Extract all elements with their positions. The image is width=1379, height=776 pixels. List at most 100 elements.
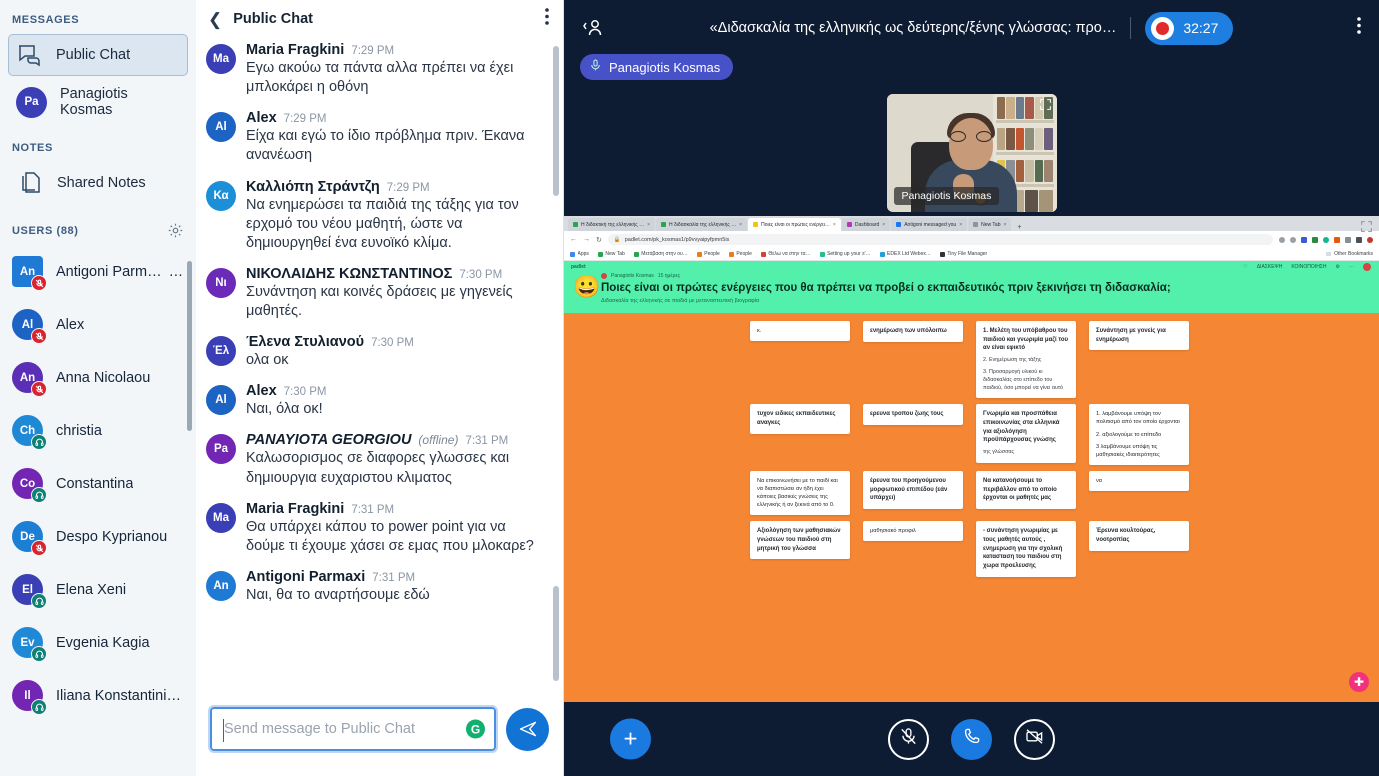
avatar: An (12, 256, 47, 291)
user-list-item[interactable]: De Despo Kyprianou (0, 510, 196, 563)
browser-tab[interactable]: New Tab × (968, 218, 1012, 231)
bookmarks-bar[interactable]: Apps New Tab Μετάβαση στην ου… People People… (564, 248, 1379, 261)
user-list-item[interactable]: Ch christia (0, 404, 196, 457)
favicon (753, 222, 759, 227)
chat-message-input[interactable] (224, 721, 456, 737)
kebab-menu-icon[interactable] (1357, 17, 1361, 39)
ellipsis-icon[interactable]: ⋯ (1349, 264, 1354, 270)
avatar[interactable] (1363, 263, 1371, 271)
bookmark-item[interactable]: People (728, 251, 752, 257)
avatar: Νι (206, 267, 236, 298)
mute-toggle-button[interactable] (888, 718, 929, 760)
browser-tab[interactable]: Dashboard × (841, 218, 891, 231)
bookmark-item[interactable]: New Tab (597, 251, 625, 257)
padlet-note[interactable]: ενημέρωση των υπόλοιπω (863, 321, 963, 342)
padlet-note[interactable]: Συνάντηση με γονείς για ενημέρωση (1089, 321, 1189, 351)
browser-tab[interactable]: Η διδακτική της ελληνικής … × (568, 218, 656, 231)
new-tab-button[interactable]: + (1012, 224, 1026, 231)
sidebar-item-private-chat[interactable]: Pa Panagiotis Kosmas (8, 78, 188, 126)
leave-audio-button[interactable] (951, 718, 992, 760)
close-icon[interactable]: × (882, 222, 885, 228)
recording-indicator[interactable]: 32:27 (1145, 11, 1234, 45)
grammarly-icon[interactable]: G (466, 719, 485, 739)
browser-extensions[interactable] (1279, 236, 1373, 243)
user-list-item[interactable]: An Antigoni Parm… (You) (0, 245, 196, 298)
padlet-note[interactable]: μαθησιακό προφιλ (863, 521, 963, 542)
close-icon[interactable]: × (1004, 222, 1007, 228)
webcam-tile[interactable]: Panagiotis Kosmas (886, 94, 1057, 212)
padlet-note[interactable]: ερευνα τροπου ζωης τους (863, 404, 963, 426)
user-list-item[interactable]: Ev Evgenia Kagia (0, 616, 196, 669)
bookmark-item[interactable]: Apps (570, 251, 589, 257)
browser-tab[interactable]: Antigoni messaged you × (891, 218, 968, 231)
padlet-board[interactable]: padlet ♡ ΔΙΑΣΚΕΨΗ ΚΟΙΝΟΠΟΙΗΣΗ ⚙ ⋯ 😀 Pana… (564, 261, 1379, 702)
chat-scrollbar[interactable] (553, 46, 559, 686)
user-list-item[interactable]: Co Constantina (0, 457, 196, 510)
heart-icon[interactable]: ♡ (1243, 264, 1247, 270)
padlet-note[interactable]: 1. λαμβάνουμε υπόψη τον πολιτισμό από το… (1089, 404, 1189, 465)
gear-icon[interactable] (167, 222, 184, 239)
chat-input-wrapper[interactable]: G (208, 705, 498, 753)
padlet-note[interactable]: να (1089, 470, 1189, 492)
sidebar-item-label: Panagiotis Kosmas (60, 86, 128, 118)
expand-arrows-icon[interactable] (1039, 98, 1052, 116)
browser-tab[interactable]: Η διδασκαλία της ελληνικής … × (656, 218, 748, 231)
screenshare-area[interactable]: Η διδακτική της ελληνικής … × Η διδασκαλία… (564, 216, 1379, 702)
reload-icon[interactable]: ↻ (596, 236, 602, 244)
other-bookmarks[interactable]: Other Bookmarks (1326, 251, 1373, 257)
user-toggle-icon[interactable] (582, 16, 606, 40)
expand-arrows-icon[interactable] (1360, 220, 1373, 238)
browser-address-bar[interactable]: ← → ↻ 🔒 padlet.com/pk_kosmas1/p9vvyaipyf… (564, 231, 1379, 248)
padlet-note[interactable]: Γνωριμία και προσπάθεια επικοινωνίας στα… (976, 404, 1076, 463)
padlet-add-post-button[interactable]: ✚ (1349, 672, 1369, 692)
padlet-note[interactable]: τυχον ειδικες εκπαιδευτικες αναγκες (750, 404, 850, 434)
sidebar-item-shared-notes[interactable]: Shared Notes (8, 162, 188, 204)
padlet-note[interactable]: Αξιολόγηση των μαθησιακών γνώσεων του πα… (750, 521, 850, 560)
chevron-left-icon[interactable]: ❮ (208, 11, 222, 28)
padlet-note[interactable]: - συνάντηση γνωριμίας με τους μαθητές αυ… (976, 521, 1076, 577)
close-icon[interactable]: × (833, 222, 836, 228)
padlet-header-actions[interactable]: ♡ ΔΙΑΣΚΕΨΗ ΚΟΙΝΟΠΟΙΗΣΗ ⚙ ⋯ (1243, 263, 1371, 271)
gear-icon[interactable]: ⚙ (1336, 264, 1340, 270)
padlet-note[interactable]: Έρευνα κουλτούρας, νοοτροπίας (1089, 521, 1189, 551)
user-list-item[interactable]: Il Iliana Konstantinidou (0, 669, 196, 722)
bookmark-item[interactable]: Μετάβαση στην ου… (633, 251, 688, 257)
url-omnibox[interactable]: 🔒 padlet.com/pk_kosmas1/p9vvyaipyfpmn5is (607, 234, 1273, 245)
padlet-note[interactable]: έρευνα του προηγούμενου μορφωτικού επιπέ… (863, 470, 963, 509)
arrow-left-icon[interactable]: ← (570, 236, 577, 243)
sidebar-item-public-chat[interactable]: Public Chat (8, 34, 188, 76)
close-icon[interactable]: × (959, 222, 962, 228)
bookmark-item[interactable]: EDEX Ltd Webex… (879, 251, 931, 257)
padlet-note[interactable]: Να επικοινωνήσει με το παιδί και να διαπ… (750, 470, 850, 516)
padlet-note-text: ενημέρωση των υπόλοιπω (870, 328, 947, 334)
kebab-menu-icon[interactable] (545, 8, 549, 30)
bookmark-item[interactable]: Θέλω να στην τα… (760, 251, 811, 257)
padlet-note[interactable]: Να κατανοήσουμε το περιβάλλον από το οπο… (976, 470, 1076, 509)
users-scrollbar[interactable] (187, 251, 194, 751)
bookmark-item[interactable]: Tiny File Manager (939, 251, 987, 257)
bookmark-item[interactable]: Setting up your s'… (819, 251, 871, 257)
message-text: Είχα και εγώ το ίδιο πρόβλημα πριν. Έκαν… (246, 128, 525, 164)
browser-tab[interactable]: Ποιες είναι οι πρώτες ενέργει… × (748, 218, 841, 231)
actions-plus-button[interactable]: + (610, 718, 651, 760)
arrow-right-icon[interactable]: → (583, 236, 590, 243)
send-message-button[interactable] (506, 707, 549, 751)
user-name: Evgenia Kagia (56, 634, 150, 651)
padlet-notes-grid: κ. ενημέρωση των υπόλοιπω 1. Μελέτη του υπ… (564, 313, 1379, 577)
users-list[interactable]: An Antigoni Parm… (You) Al Alex An Anna Nicol… (0, 245, 196, 755)
bookmark-item[interactable]: People (696, 251, 720, 257)
close-icon[interactable]: × (647, 222, 650, 228)
user-list-item[interactable]: An Anna Nicolaou (0, 351, 196, 404)
user-list-item[interactable]: Al Alex (0, 298, 196, 351)
padlet-note-text: Να κατανοήσουμε το περιβάλλον από το οπο… (983, 477, 1057, 502)
user-list-item[interactable]: El Elena Xeni (0, 563, 196, 616)
padlet-note[interactable]: κ. (750, 321, 850, 342)
close-icon[interactable]: × (739, 222, 742, 228)
padlet-action-share[interactable]: ΚΟΙΝΟΠΟΙΗΣΗ (1291, 264, 1326, 270)
padlet-note[interactable]: 1. Μελέτη του υπόβαθρου του παιδιού και … (976, 321, 1076, 399)
camera-toggle-button[interactable] (1014, 718, 1055, 760)
record-dot-icon (1151, 16, 1175, 40)
message-timestamp: 7:29 PM (386, 181, 430, 194)
browser-tab-strip[interactable]: Η διδακτική της ελληνικής … × Η διδασκαλία… (564, 216, 1379, 231)
padlet-action-conference[interactable]: ΔΙΑΣΚΕΨΗ (1257, 264, 1283, 270)
